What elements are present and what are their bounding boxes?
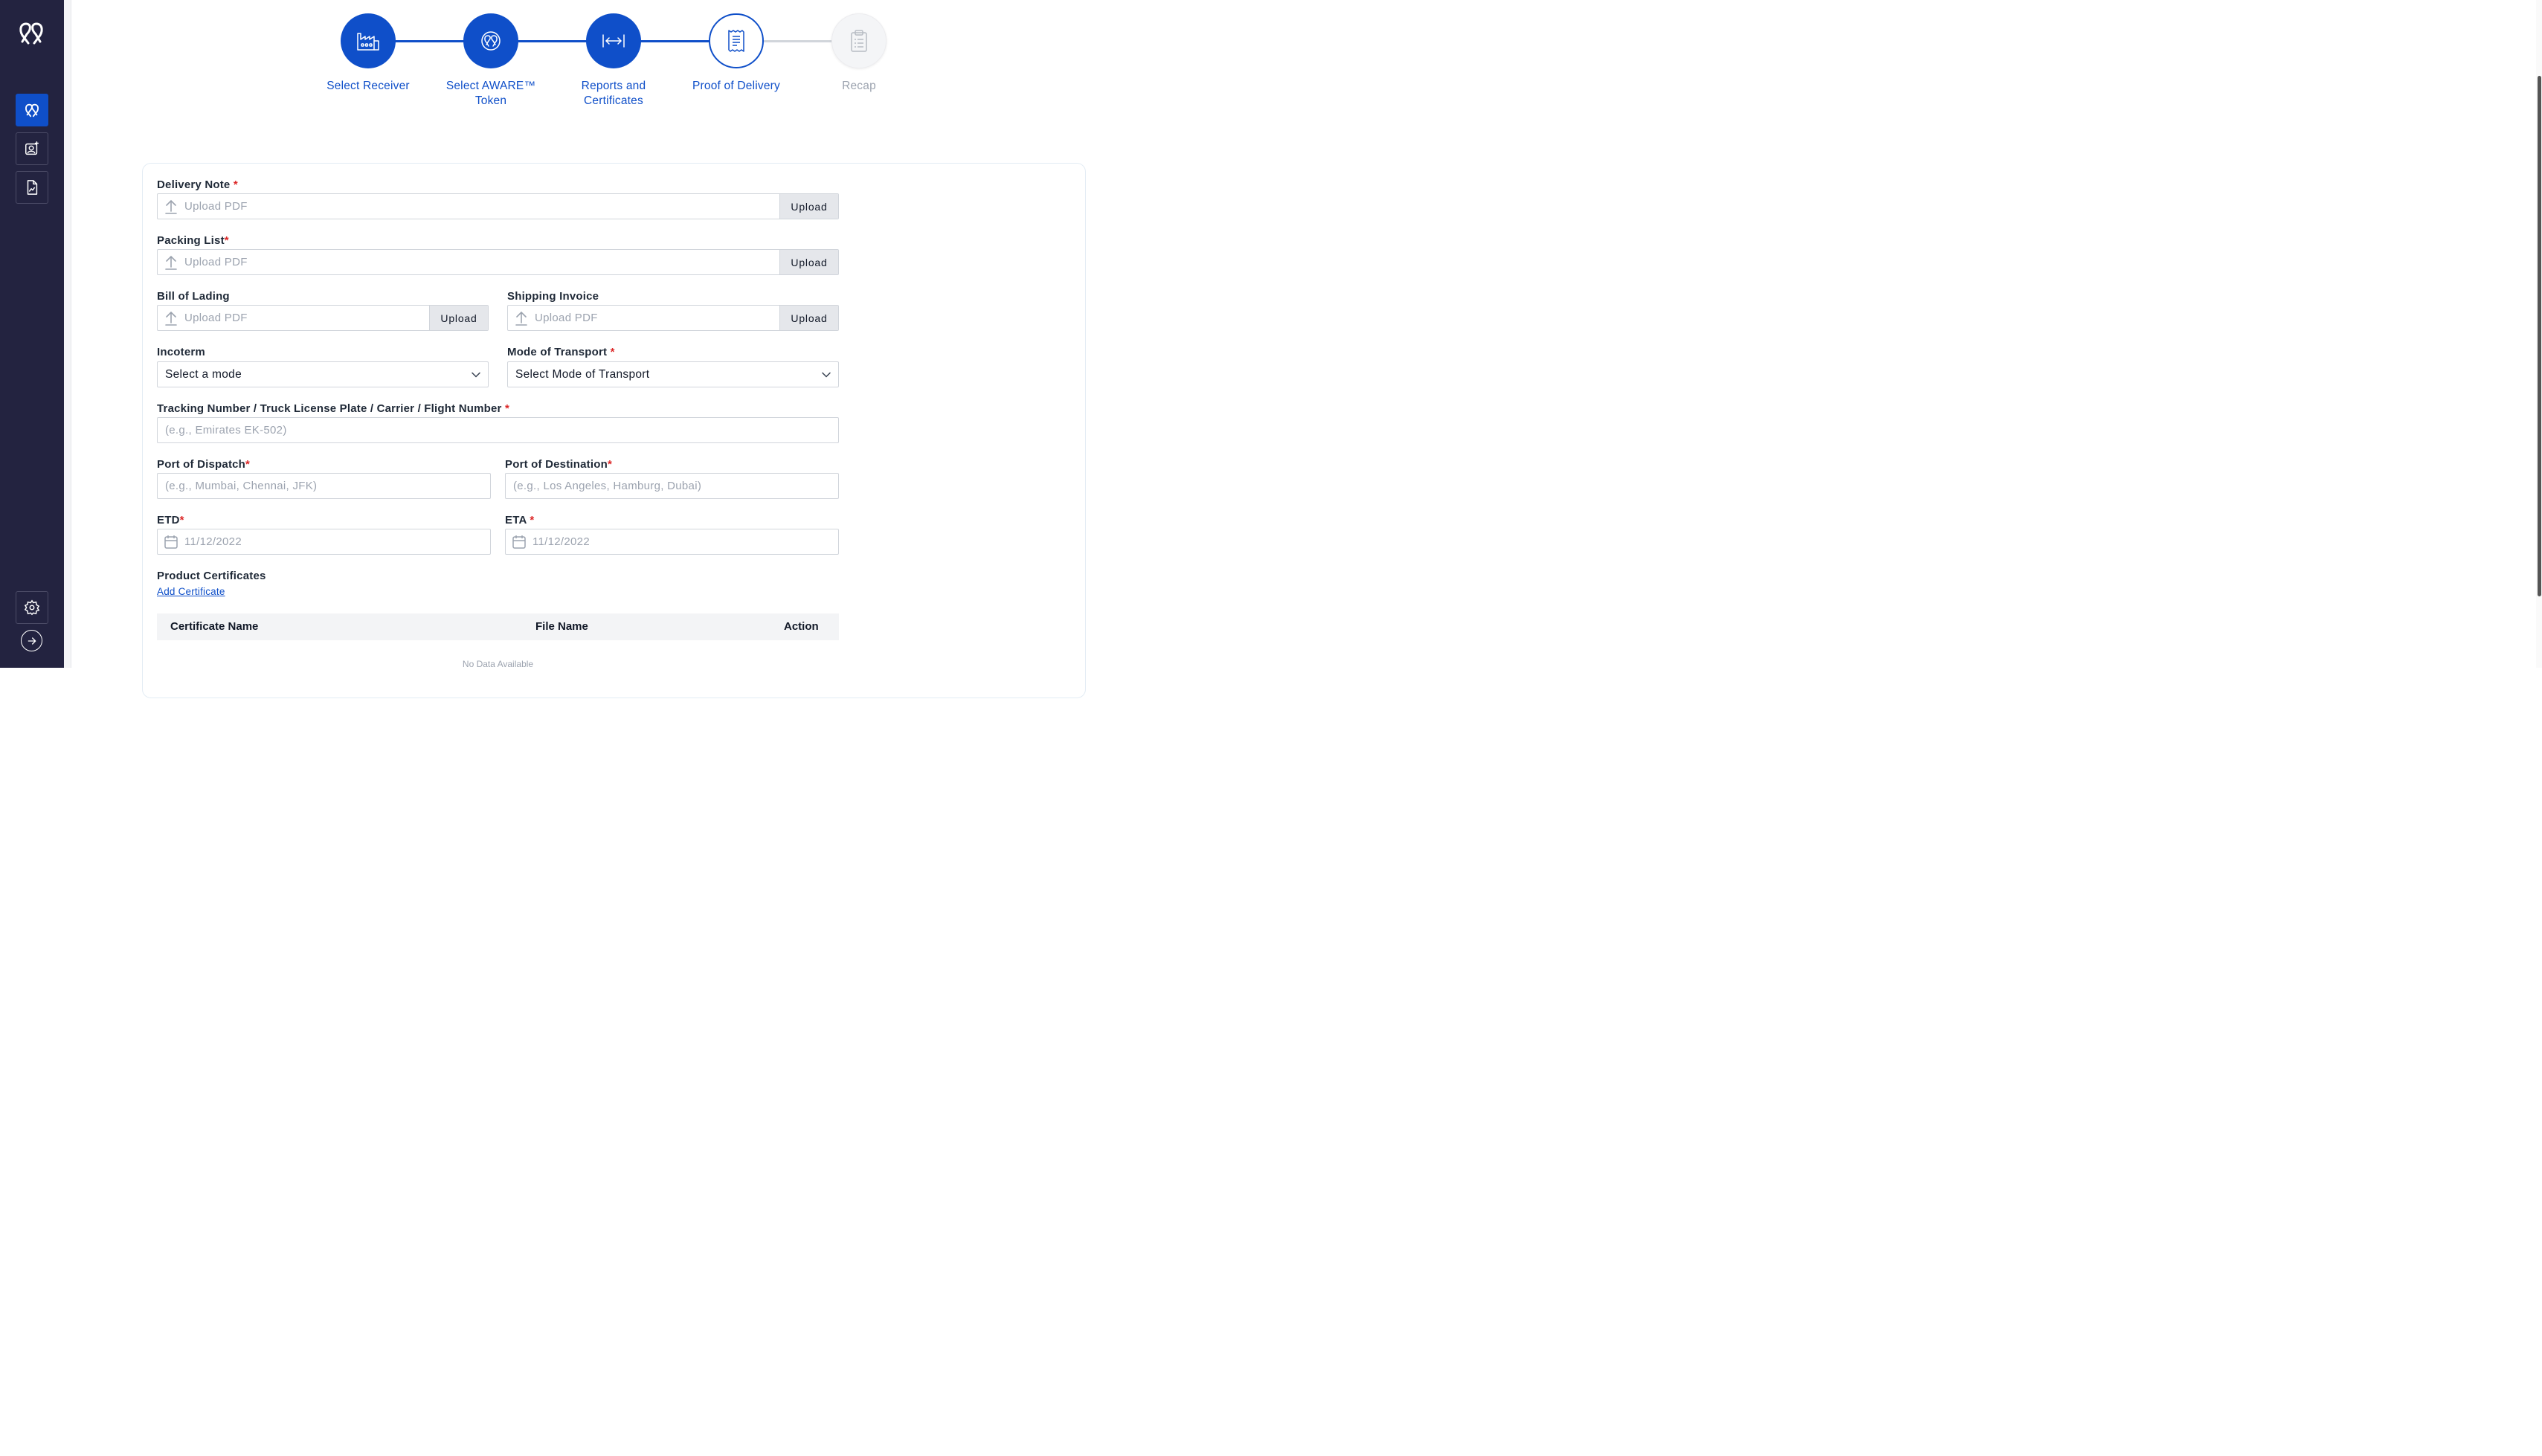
aware-token-icon xyxy=(481,31,501,51)
upload-icon xyxy=(158,306,184,330)
arrows-horizontal-icon xyxy=(602,34,625,48)
upload-icon xyxy=(158,250,184,274)
incoterm-value: Select a mode xyxy=(165,367,242,381)
packing-list-placeholder: Upload PDF xyxy=(184,256,248,268)
chevron-down-icon xyxy=(472,372,480,378)
certificates-table-header: Certificate Name File Name Action xyxy=(157,613,839,640)
add-certificate-link[interactable]: Add Certificate xyxy=(157,586,225,597)
port-of-dispatch-label: Port of Dispatch* xyxy=(157,458,251,471)
step-label: Proof of Delivery xyxy=(692,80,780,92)
factory-icon xyxy=(357,33,379,51)
product-certificates-label: Product Certificates xyxy=(157,570,266,582)
sidebar-item-profile[interactable] xyxy=(16,132,48,165)
bill-of-lading-upload-button[interactable]: Upload xyxy=(429,306,488,330)
delivery-note-label: Delivery Note * xyxy=(157,178,238,191)
settings-button[interactable] xyxy=(16,591,48,624)
upload-icon xyxy=(158,194,184,219)
step-circle xyxy=(586,13,641,68)
step-label: Select Receiver xyxy=(326,80,410,92)
document-chart-icon xyxy=(27,180,38,195)
shipping-invoice-upload-button[interactable]: Upload xyxy=(779,306,838,330)
aware-logo-icon[interactable] xyxy=(16,18,46,48)
gear-icon xyxy=(24,599,40,616)
table-empty-state: No Data Available xyxy=(462,659,534,669)
port-of-dispatch-input[interactable]: (e.g., Mumbai, Chennai, JFK) xyxy=(157,473,491,499)
stepper: Select Receiver Select AWARE™ Token Repo… xyxy=(312,13,907,117)
shipping-invoice-placeholder: Upload PDF xyxy=(535,312,598,324)
column-header-certificate-name[interactable]: Certificate Name xyxy=(170,620,258,633)
mode-of-transport-select[interactable]: Select Mode of Transport xyxy=(507,361,839,387)
delivery-note-upload-button[interactable]: Upload xyxy=(779,194,838,219)
step-proof-of-delivery[interactable]: Proof of Delivery xyxy=(680,13,792,94)
step-select-receiver[interactable]: Select Receiver xyxy=(312,13,424,94)
shipping-invoice-label: Shipping Invoice xyxy=(507,290,599,303)
calendar-icon xyxy=(506,535,532,549)
step-circle xyxy=(341,13,396,68)
etd-date-input[interactable]: 11/12/2022 xyxy=(157,529,491,555)
scrollbar-thumb[interactable] xyxy=(2538,76,2541,596)
aware-token-icon xyxy=(25,103,39,117)
mode-of-transport-value: Select Mode of Transport xyxy=(515,367,650,381)
port-of-destination-label: Port of Destination* xyxy=(505,458,613,471)
incoterm-select[interactable]: Select a mode xyxy=(157,361,489,387)
logout-button[interactable] xyxy=(21,630,42,651)
bill-of-lading-label: Bill of Lading xyxy=(157,290,230,303)
sidebar xyxy=(0,0,64,668)
tracking-label: Tracking Number / Truck License Plate / … xyxy=(157,402,509,415)
user-badge-icon xyxy=(25,141,39,155)
arrow-right-icon xyxy=(28,637,36,645)
step-label: Recap xyxy=(842,80,876,92)
eta-date-input[interactable]: 11/12/2022 xyxy=(505,529,839,555)
step-circle xyxy=(831,13,887,68)
packing-list-upload-button[interactable]: Upload xyxy=(779,250,838,274)
tracking-input[interactable]: (e.g., Emirates EK-502) xyxy=(157,417,839,443)
bill-of-lading-placeholder: Upload PDF xyxy=(184,312,248,324)
mode-of-transport-label: Mode of Transport * xyxy=(507,346,615,358)
clipboard-icon xyxy=(851,30,867,52)
upload-icon xyxy=(508,306,535,330)
step-circle xyxy=(709,13,764,68)
column-header-file-name[interactable]: File Name xyxy=(535,620,588,633)
calendar-icon xyxy=(158,535,184,549)
etd-label: ETD* xyxy=(157,514,184,526)
step-circle xyxy=(463,13,518,68)
sidebar-item-reports[interactable] xyxy=(16,171,48,204)
incoterm-label: Incoterm xyxy=(157,346,205,358)
sidebar-gutter xyxy=(64,0,71,668)
step-reports-certificates[interactable]: Reports and Certificates xyxy=(558,13,669,109)
page-scrollbar[interactable] xyxy=(2536,0,2542,668)
eta-label: ETA * xyxy=(505,514,535,526)
step-select-aware-token[interactable]: Select AWARE™ Token xyxy=(435,13,547,109)
shipping-invoice-upload[interactable]: Upload PDF Upload xyxy=(507,305,839,331)
step-label: Reports and Certificates xyxy=(581,80,646,107)
bill-of-lading-upload[interactable]: Upload PDF Upload xyxy=(157,305,489,331)
column-header-action[interactable]: Action xyxy=(784,620,819,633)
packing-list-label: Packing List* xyxy=(157,234,229,247)
chevron-down-icon xyxy=(822,372,831,378)
delivery-note-placeholder: Upload PDF xyxy=(184,200,248,213)
delivery-note-upload[interactable]: Upload PDF Upload xyxy=(157,193,839,219)
packing-list-upload[interactable]: Upload PDF Upload xyxy=(157,249,839,275)
step-recap[interactable]: Recap xyxy=(803,13,915,94)
step-label: Select AWARE™ Token xyxy=(445,80,536,107)
etd-placeholder: 11/12/2022 xyxy=(184,535,242,548)
sidebar-item-aware[interactable] xyxy=(16,94,48,126)
eta-placeholder: 11/12/2022 xyxy=(532,535,590,548)
receipt-icon xyxy=(728,30,744,52)
port-of-destination-input[interactable]: (e.g., Los Angeles, Hamburg, Dubai) xyxy=(505,473,839,499)
